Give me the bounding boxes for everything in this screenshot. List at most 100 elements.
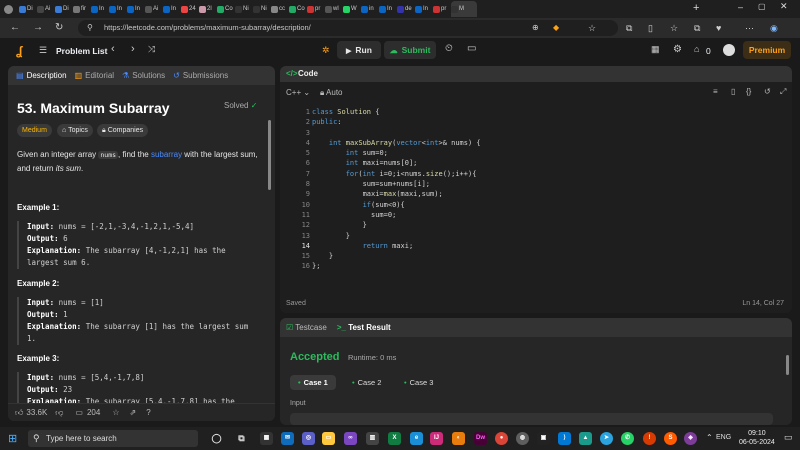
files-icon[interactable]: ▭ [322,432,335,445]
excel-icon[interactable]: X [388,432,401,445]
avatar[interactable] [723,44,735,56]
subarray-link[interactable]: subarray [151,150,182,159]
browser-tab[interactable]: pr [433,1,450,17]
bookmark-icon[interactable]: ▯ [731,87,735,96]
browser-tab[interactable]: In [91,1,108,17]
browser-essentials-icon[interactable]: ♥ [716,18,721,38]
back-arrow-icon[interactable]: ← [10,18,20,38]
language-select[interactable]: C++ ⌄ [286,88,310,97]
chrome-icon[interactable]: ● [495,432,508,445]
browser-tab[interactable]: Ni [235,1,252,17]
companies-chip[interactable]: 🔒︎ Companies [97,124,149,137]
windows-start-icon[interactable]: ⊞ [8,432,17,445]
browser-tab[interactable]: Co [289,1,306,17]
tab-description[interactable]: ▤ Description [16,71,67,80]
thumbs-down-icon[interactable]: 👎︎ [55,408,63,418]
language-indicator[interactable]: ENG [716,434,731,441]
browser-tab[interactable]: Ni [253,1,270,17]
layout-icon[interactable]: ▦ [651,44,660,55]
format-icon[interactable]: ≡ [713,87,718,96]
browser-tab[interactable]: 24 [181,1,198,17]
app-icon[interactable]: ▦ [260,432,273,445]
fullscreen-icon[interactable]: ⤢ [780,87,786,97]
tab-submissions[interactable]: ↺ Submissions [173,71,228,80]
favorites-icon[interactable]: ☆ [670,18,678,38]
browser-tab[interactable]: Ai [37,1,54,17]
vscode-icon[interactable]: ⟩ [558,432,571,445]
zoom-icon[interactable]: ⊕ [532,18,539,38]
window-maximize-icon[interactable]: ▢ [758,2,766,11]
notifications-icon[interactable]: ▭ [784,432,793,443]
notes-icon[interactable]: ▭ [467,43,476,54]
window-close-icon[interactable]: ✕ [780,1,788,12]
settings-menu-icon[interactable]: ⋯ [745,18,754,38]
browser-tab[interactable]: wl [325,1,342,17]
app-purple-icon[interactable]: ◈ [684,432,697,445]
submit-button[interactable]: ☁ Submit [384,41,436,59]
widgets-icon[interactable]: ⧉ [235,432,248,445]
copilot-icon[interactable]: ◉ [770,18,778,38]
problem-list-icon[interactable]: ☰ [39,45,47,56]
browser-tab[interactable]: In [127,1,144,17]
browser-tab[interactable]: cc [271,1,288,17]
teams-icon[interactable]: ◎ [302,432,315,445]
visual-studio-icon[interactable]: ∞ [344,432,357,445]
browser-tab[interactable]: pr [307,1,324,17]
browser-tab[interactable]: de [397,1,414,17]
terminal-app-icon[interactable]: ▣ [537,432,550,445]
tray-chevron-icon[interactable]: ⌃ [706,433,713,442]
taskbar-search-input[interactable]: ⚲ Type here to search [28,430,198,447]
browser-tab[interactable]: in [361,1,378,17]
collections-icon[interactable]: ⧉ [694,18,700,38]
forward-arrow-icon[interactable]: → [33,18,43,38]
browser-tab[interactable]: 2l [199,1,216,17]
browser-profile-icon[interactable] [4,1,18,17]
app-red-icon[interactable]: ! [643,432,656,445]
task-view-icon[interactable]: ◯ [210,432,223,445]
telegram-icon[interactable]: ➤ [600,432,613,445]
browser-tab[interactable]: Di [19,1,36,17]
run-button[interactable]: ▶ Run [337,41,381,59]
photos-icon[interactable]: ▲ [579,432,592,445]
star-icon[interactable]: ☆ [112,408,119,417]
browser-tab[interactable]: In [379,1,396,17]
leetcode-logo-icon[interactable]: ʆ [16,44,22,58]
window-minimize-icon[interactable]: – [738,2,743,12]
fire-streak-icon[interactable]: ⌂ [694,44,699,54]
browser-tab[interactable]: Di [55,1,72,17]
browser-tab[interactable]: In [163,1,180,17]
mail-app-icon[interactable]: ✉ [281,432,294,445]
reset-icon[interactable]: ↺ [764,87,771,96]
thumbs-up-icon[interactable]: 👍︎ [15,408,23,418]
comment-icon[interactable]: ▭ [75,408,83,417]
debug-icon[interactable]: ✲ [322,45,330,56]
browser-tab[interactable]: Co [217,1,234,17]
new-tab-button[interactable]: + [693,2,699,14]
browser-tab[interactable]: Ai [145,1,162,17]
description-scrollbar[interactable] [268,120,271,190]
result-scrollbar[interactable] [786,355,789,375]
store-icon[interactable]: ▥ [366,432,379,445]
braces-icon[interactable]: {} [746,87,751,96]
difficulty-badge[interactable]: Medium [17,124,52,137]
problem-list-link[interactable]: Problem List [56,46,107,56]
app-orange-icon[interactable]: S [664,432,677,445]
tab-test-result[interactable]: >_ Test Result [337,323,391,332]
tab-solutions[interactable]: ⚗ Solutions [122,71,165,80]
case-2-tab[interactable]: • Case 2 [344,375,389,390]
autocomplete-toggle[interactable]: 🔒︎ Auto [320,88,343,98]
code-text[interactable]: class Solution {public: int maxSubArray(… [312,107,782,272]
case-3-tab[interactable]: • Case 3 [396,375,441,390]
shuffle-icon[interactable]: ⤨ [148,44,155,55]
extensions-puzzle-icon[interactable]: ⧉ [626,18,632,38]
browser-tab[interactable]: In [415,1,432,17]
browser-app-icon[interactable]: ◍ [516,432,529,445]
browser-tab[interactable]: W [343,1,360,17]
help-icon[interactable]: ? [146,408,150,417]
whatsapp-icon[interactable]: ✆ [621,432,634,445]
tab-editorial[interactable]: ▥ Editorial [75,71,114,80]
browser-tab[interactable]: In [109,1,126,17]
next-problem-icon[interactable]: › [131,43,135,55]
case-1-tab[interactable]: • Case 1 [290,375,336,390]
extension-icon[interactable]: ◆ [553,18,559,38]
